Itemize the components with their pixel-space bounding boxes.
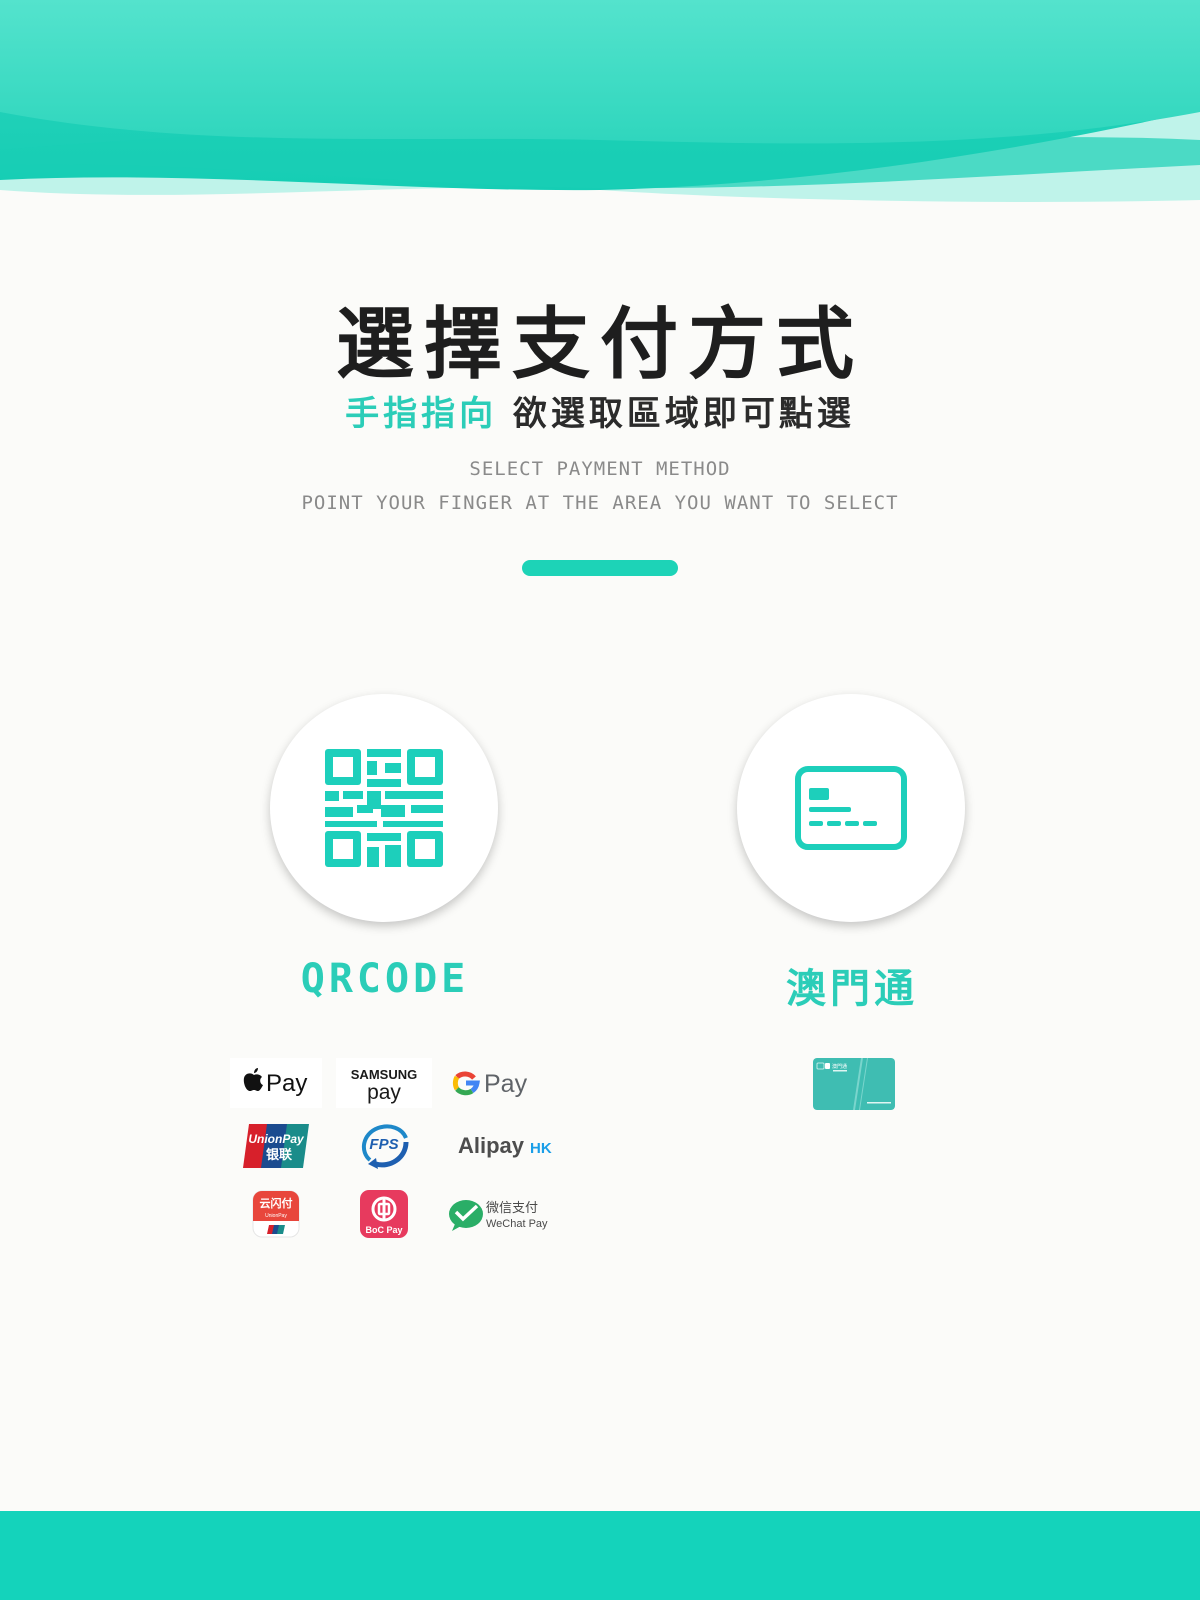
svg-text:pay: pay <box>367 1081 401 1104</box>
svg-text:UnionPay: UnionPay <box>265 1213 287 1219</box>
wechat-pay-logo: 微信支付 WeChat Pay <box>444 1182 560 1246</box>
svg-text:澳門通: 澳門通 <box>832 1063 847 1070</box>
macau-pass-label: 澳門通 <box>786 966 918 1012</box>
svg-text:UnionPay: UnionPay <box>248 1132 305 1146</box>
english-instruction: POINT YOUR FINGER AT THE AREA YOU WANT T… <box>301 492 899 514</box>
footer-bar <box>0 1511 1200 1600</box>
boc-pay-logo: BoC Pay <box>336 1182 432 1246</box>
instruction-line: 手指指向 欲選取區域即可點選 <box>0 386 1200 435</box>
google-g-icon <box>452 1071 480 1096</box>
card-icon <box>795 766 907 850</box>
svg-text:Alipay: Alipay <box>458 1133 525 1158</box>
macau-pass-button[interactable] <box>737 694 965 922</box>
svg-text:HK: HK <box>530 1140 552 1157</box>
svg-text:Pay: Pay <box>266 1070 307 1097</box>
macau-pass-card-logo: 澳門通 <box>813 1058 895 1110</box>
cloud-quickpass-logo: 云闪付 UnionPay <box>228 1182 324 1246</box>
qrcode-label: QRCODE <box>300 956 470 1002</box>
svg-text:微信支付: 微信支付 <box>486 1201 538 1216</box>
svg-text:云闪付: 云闪付 <box>260 1196 293 1210</box>
instruction-text: 欲選取區域即可點選 <box>512 394 855 434</box>
unionpay-logo: UnionPay 银联 <box>228 1120 324 1172</box>
google-pay-logo: Pay <box>444 1056 560 1110</box>
english-title: SELECT PAYMENT METHOD <box>469 458 731 480</box>
fps-logo: FPS <box>336 1120 432 1172</box>
alipay-hk-logo: Alipay HK <box>444 1120 560 1172</box>
macau-pass-method[interactable]: 澳門通 <box>737 694 967 1012</box>
qrcode-button[interactable] <box>270 694 498 922</box>
svg-text:银联: 银联 <box>266 1147 292 1163</box>
apple-pay-logo: Pay <box>228 1056 324 1110</box>
qrcode-payment-logos: Pay SAMSUNG pay Pay UnionPay 银联 FPS Alip… <box>228 1056 552 1246</box>
svg-text:WeChat Pay: WeChat Pay <box>486 1218 548 1230</box>
svg-text:SAMSUNG: SAMSUNG <box>351 1067 417 1082</box>
page-title: 選擇支付方式 <box>335 300 864 390</box>
svg-text:BoC Pay: BoC Pay <box>365 1225 402 1235</box>
qr-code-icon <box>325 749 443 867</box>
samsung-pay-logo: SAMSUNG pay <box>336 1056 432 1110</box>
instruction-highlight: 手指指向 <box>345 394 498 434</box>
svg-text:FPS: FPS <box>369 1136 398 1153</box>
header-wave-decoration <box>0 0 1200 202</box>
svg-text:Pay: Pay <box>484 1070 528 1098</box>
payment-method-page: 選擇支付方式 手指指向 欲選取區域即可點選 SELECT PAYMENT MET… <box>0 0 1200 1600</box>
accent-divider <box>522 560 678 576</box>
qrcode-method[interactable]: QRCODE <box>270 694 500 1002</box>
